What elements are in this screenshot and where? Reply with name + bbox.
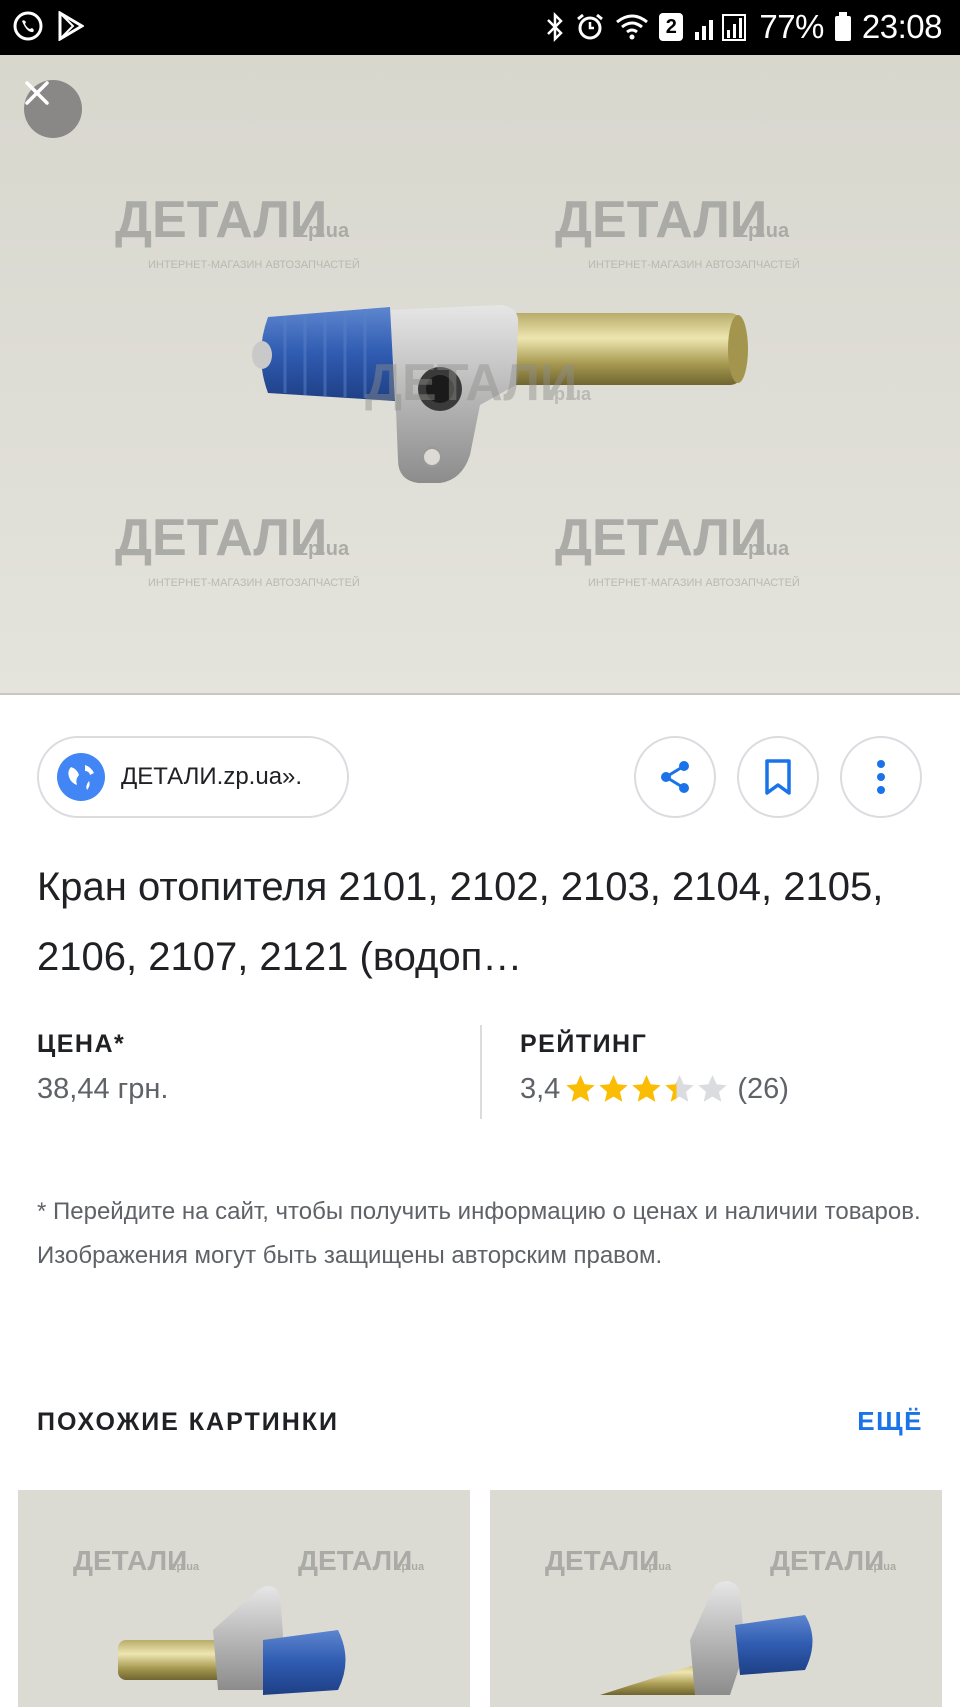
svg-text:ДЕТАЛИ: ДЕТАЛИ (555, 509, 767, 567)
bluetooth-icon (545, 11, 565, 43)
svg-text:zp.ua: zp.ua (545, 384, 592, 404)
more-options-button[interactable] (840, 736, 922, 818)
svg-text:ИНТЕРНЕТ-МАГАЗИН АВТОЗАПЧАСТЕЙ: ИНТЕРНЕТ-МАГАЗИН АВТОЗАПЧАСТЕЙ (148, 258, 360, 271)
rating-score: 3,4 (520, 1073, 561, 1105)
svg-text:zp.ua: zp.ua (396, 1561, 425, 1573)
svg-text:zp.ua: zp.ua (868, 1561, 897, 1573)
disclaimer-text: * Перейдите на сайт, чтобы получить инфо… (37, 1198, 921, 1269)
rating-label: РЕЙТИНГ (520, 1030, 648, 1058)
info-divider (480, 1025, 482, 1119)
wifi-icon (615, 13, 649, 41)
source-link[interactable]: ДЕТАЛИ.zp.ua». (37, 736, 349, 818)
price-section: ЦЕНА* 38,44 грн. (37, 1030, 168, 1106)
svg-text:ИНТЕРНЕТ-МАГАЗИН АВТОЗАПЧАСТЕЙ: ИНТЕРНЕТ-МАГАЗИН АВТОЗАПЧАСТЕЙ (588, 576, 800, 589)
star-icon (698, 1075, 728, 1102)
svg-text:ДЕТАЛИ: ДЕТАЛИ (115, 509, 327, 567)
clock: 23:08 (861, 8, 943, 45)
similar-image-thumb[interactable]: ДЕТАЛИ zp.ua ДЕТАЛИ zp.ua (490, 1490, 942, 1707)
star-icon (566, 1075, 596, 1102)
sim-badge: 2 (659, 13, 684, 41)
rating-section: РЕЙТИНГ 3,4 (26) (520, 1030, 789, 1106)
source-label: ДЕТАЛИ.zp.ua». (121, 763, 303, 790)
share-icon (661, 761, 689, 793)
similar-image: ДЕТАЛИ zp.ua ДЕТАЛИ zp.ua (18, 1490, 470, 1707)
svg-text:zp.ua: zp.ua (171, 1561, 200, 1573)
svg-text:ИНТЕРНЕТ-МАГАЗИН АВТОЗАПЧАСТЕЙ: ИНТЕРНЕТ-МАГАЗИН АВТОЗАПЧАСТЕЙ (588, 258, 800, 271)
svg-text:ИНТЕРНЕТ-МАГАЗИН АВТОЗАПЧАСТЕЙ: ИНТЕРНЕТ-МАГАЗИН АВТОЗАПЧАСТЕЙ (148, 576, 360, 589)
battery-percent: 77% (759, 8, 824, 45)
star-icon (632, 1075, 662, 1102)
save-button[interactable] (737, 736, 819, 818)
price-label: ЦЕНА* (37, 1030, 126, 1058)
product-image[interactable]: ДЕТАЛИ zp.ua ДЕТАЛИ zp.ua ДЕТАЛИ zp.ua Д… (0, 55, 960, 695)
battery-icon (834, 12, 852, 42)
bookmark-icon (765, 759, 791, 795)
viber-icon (12, 10, 44, 42)
star-icon (665, 1075, 695, 1102)
status-bar: 2 77% 23:08 (0, 0, 960, 55)
svg-text:ДЕТАЛИ: ДЕТАЛИ (555, 191, 767, 249)
signal-icon (693, 12, 749, 42)
svg-text:zp.ua: zp.ua (298, 220, 350, 242)
svg-text:zp.ua: zp.ua (738, 220, 790, 242)
close-button[interactable] (24, 80, 82, 138)
share-button[interactable] (634, 736, 716, 818)
rating-value: 3,4 (26) (520, 1073, 789, 1106)
rating-count: (26) (737, 1073, 789, 1105)
play-store-icon (58, 11, 84, 41)
product-photo: ДЕТАЛИ zp.ua ДЕТАЛИ zp.ua ДЕТАЛИ zp.ua Д… (0, 55, 960, 693)
globe-icon (57, 753, 105, 801)
svg-text:zp.ua: zp.ua (298, 538, 350, 560)
star-icon (599, 1075, 629, 1102)
svg-text:zp.ua: zp.ua (643, 1561, 672, 1573)
similar-image: ДЕТАЛИ zp.ua ДЕТАЛИ zp.ua (490, 1490, 942, 1707)
more-vert-icon (877, 760, 885, 794)
product-title[interactable]: Кран отопителя 2101, 2102, 2103, 2104, 2… (37, 852, 917, 992)
svg-text:zp.ua: zp.ua (738, 538, 790, 560)
more-similar-link[interactable]: ЕЩЁ (857, 1406, 923, 1437)
watermark-logo: ДЕТАЛИ (115, 191, 327, 249)
close-icon (25, 81, 49, 105)
rating-stars (564, 1073, 729, 1106)
similar-image-thumb[interactable]: ДЕТАЛИ zp.ua ДЕТАЛИ zp.ua (18, 1490, 470, 1707)
alarm-icon (575, 12, 605, 42)
price-value: 38,44 грн. (37, 1073, 169, 1105)
similar-images-heading: ПОХОЖИЕ КАРТИНКИ (37, 1408, 339, 1436)
